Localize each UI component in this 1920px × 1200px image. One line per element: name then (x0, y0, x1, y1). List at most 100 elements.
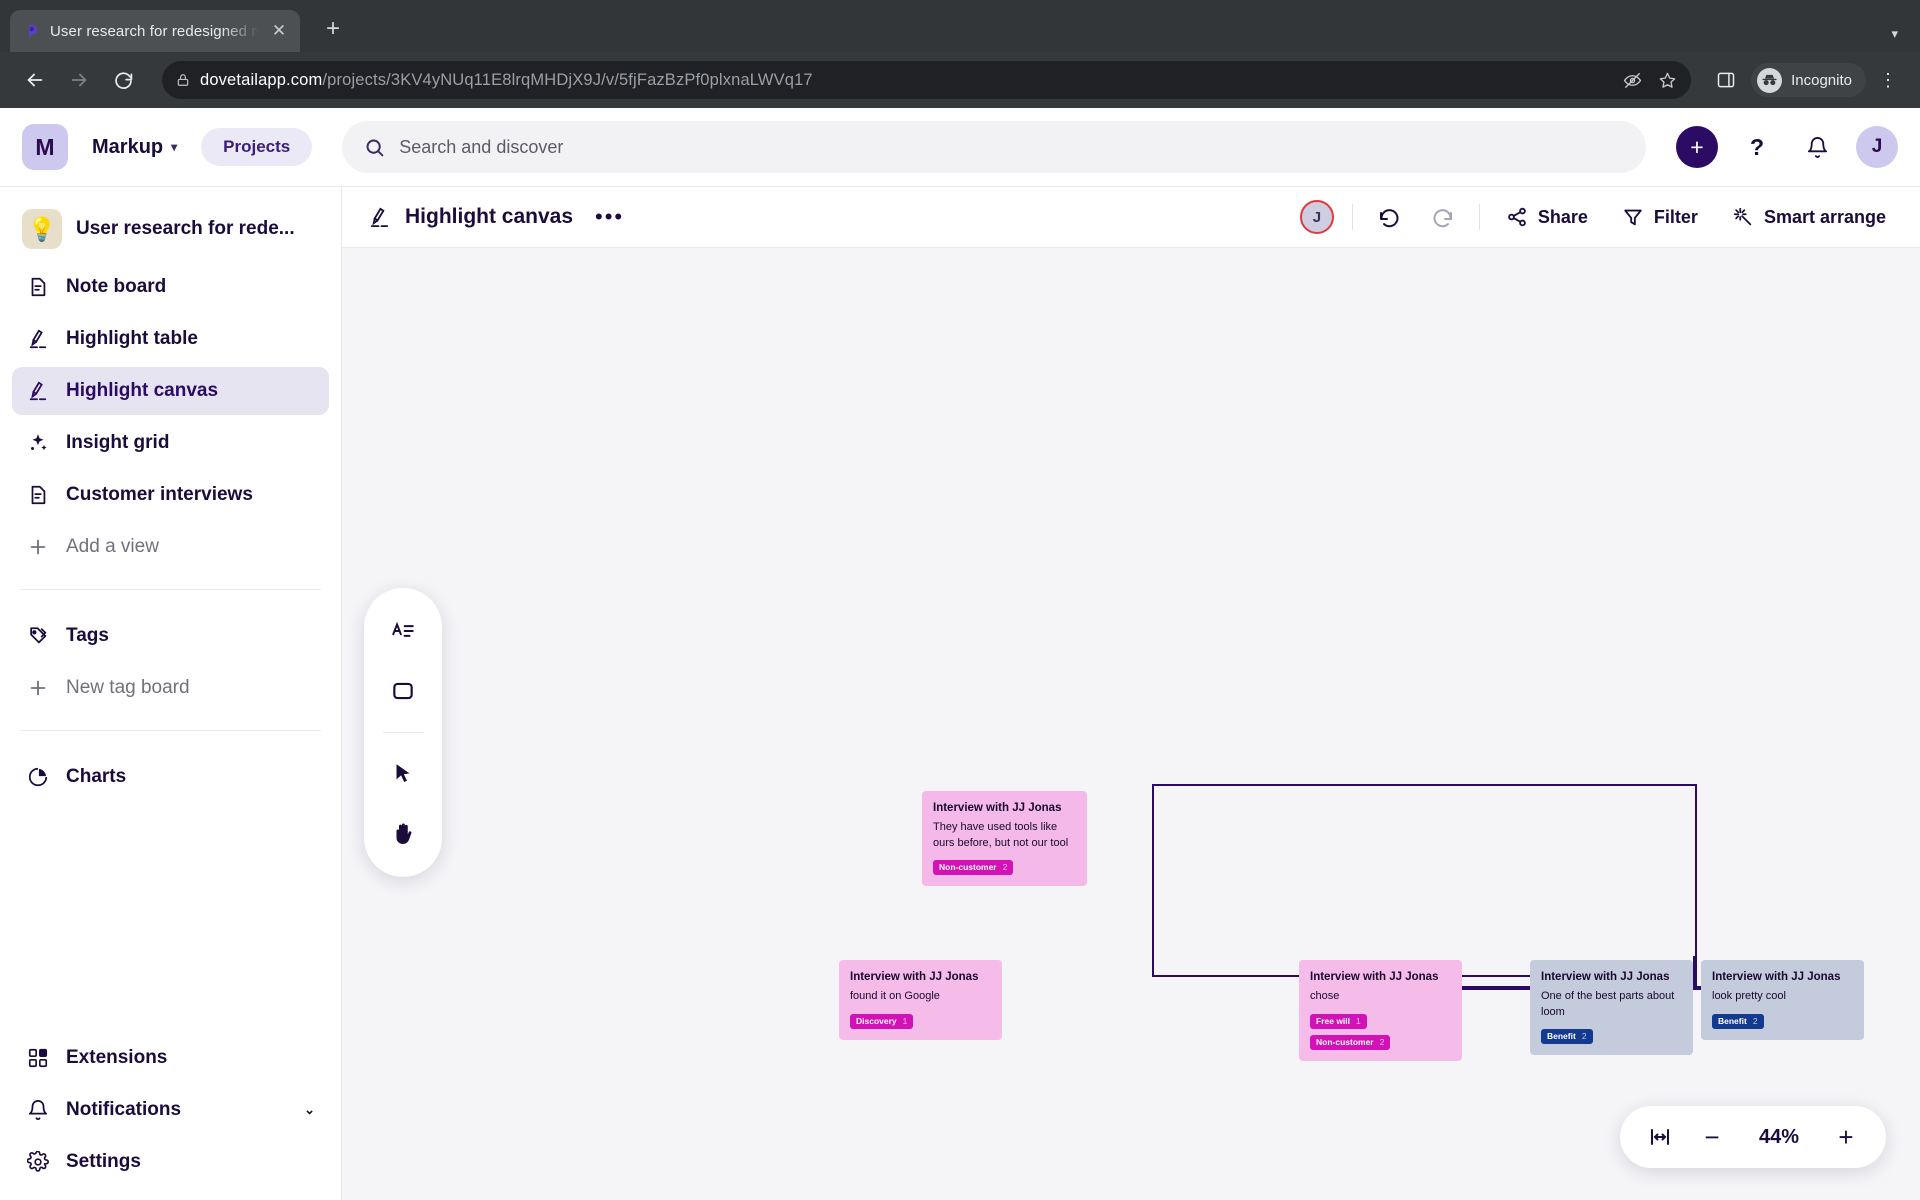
chevron-down-icon[interactable]: ▾ (1891, 26, 1898, 42)
filter-button[interactable]: Filter (1614, 200, 1706, 234)
status-badge[interactable]: Benefit 2 (1712, 1013, 1764, 1029)
tool-divider (383, 732, 423, 733)
reload-icon[interactable] (104, 61, 142, 99)
create-button[interactable]: + (1676, 126, 1718, 168)
smart-arrange-button[interactable]: Smart arrange (1724, 200, 1894, 234)
avatar[interactable]: J (1856, 126, 1898, 168)
search-input[interactable]: Search and discover (342, 121, 1646, 173)
back-arrow-icon[interactable] (16, 61, 54, 99)
sidebar-item-insight-grid[interactable]: Insight grid (12, 419, 329, 467)
status-badge[interactable]: Free will 1 (1310, 1013, 1367, 1029)
selection-rectangle[interactable] (1152, 784, 1697, 977)
highlight-card[interactable]: Interview with JJ Jonas found it on Goog… (839, 960, 1002, 1040)
browser-toolbar: dovetailapp.com/projects/3KV4yNUq11E8lrq… (0, 52, 1920, 108)
sidebar-item-highlight-table[interactable]: Highlight table (12, 315, 329, 363)
card-tags: Benefit 2 (1712, 1013, 1853, 1029)
workspace-switcher[interactable]: Markup ▾ (84, 130, 185, 165)
main-content: Highlight canvas ••• J Share Filter Smar… (342, 187, 1920, 1200)
highlight-canvas[interactable]: Interview with JJ Jonas They have used t… (342, 247, 1920, 1200)
app-body: 💡 User research for rede... Note board H… (0, 186, 1920, 1200)
eye-crossed-icon[interactable] (1623, 71, 1642, 90)
new-tab-button[interactable]: + (318, 14, 348, 44)
card-title: Interview with JJ Jonas (1712, 971, 1841, 983)
chevron-down-icon[interactable]: ⌄ (304, 1102, 315, 1118)
sidebar-item-tags[interactable]: Tags (12, 612, 329, 660)
highlight-card[interactable]: Interview with JJ Jonas They have used t… (922, 791, 1087, 886)
sidebar-item-label: Note board (66, 276, 167, 297)
highlighter-icon (26, 379, 50, 403)
highlighter-icon (368, 206, 391, 229)
highlight-card[interactable]: Interview with JJ Jonas look pretty cool… (1701, 960, 1864, 1040)
canvas-more-menu[interactable]: ••• (587, 204, 632, 230)
zoom-out-button[interactable]: − (1690, 1115, 1734, 1159)
sidebar-item-label: Charts (66, 766, 127, 787)
sidebar-item-highlight-canvas[interactable]: Highlight canvas (12, 367, 329, 415)
hand-pan-icon[interactable] (376, 807, 430, 861)
sidebar-item-label: Customer interviews (66, 484, 253, 505)
add-view-button[interactable]: Add a view (12, 523, 329, 571)
canvas-toolbar: Highlight canvas ••• J Share Filter Smar… (342, 187, 1920, 247)
select-cursor-icon[interactable] (376, 747, 430, 801)
address-bar[interactable]: dovetailapp.com/projects/3KV4yNUq11E8lrq… (162, 61, 1692, 99)
close-icon[interactable]: ✕ (268, 20, 290, 42)
status-badge[interactable]: Non-customer 2 (933, 859, 1014, 875)
toolbar-divider (1351, 204, 1353, 230)
three-dot-menu-icon[interactable]: ⋮ (1872, 64, 1904, 96)
connector-line (1462, 986, 1532, 990)
zoom-in-button[interactable]: + (1824, 1115, 1868, 1159)
canvas-title-text: Highlight canvas (405, 205, 574, 228)
sidebar-item-notifications[interactable]: Notifications ⌄ (12, 1086, 329, 1134)
sidebar-item-extensions[interactable]: Extensions (12, 1034, 329, 1082)
tag-count: 2 (1752, 1016, 1758, 1027)
app-header: M Markup ▾ Projects Search and discover … (0, 108, 1920, 186)
bell-icon[interactable] (1796, 126, 1838, 168)
tag-label: Non-customer (939, 862, 997, 873)
tag-count: 2 (1002, 862, 1008, 873)
dovetail-app: M Markup ▾ Projects Search and discover … (0, 108, 1920, 1200)
toolbar-divider (1478, 204, 1480, 230)
extensions-icon (26, 1046, 50, 1070)
incognito-label: Incognito (1791, 71, 1852, 89)
sidebar-item-label: Highlight table (66, 328, 198, 349)
projects-nav-button[interactable]: Projects (201, 128, 313, 166)
browser-tab[interactable]: User research for redesigned n ✕ (10, 10, 300, 52)
side-panel-icon[interactable] (1707, 61, 1745, 99)
new-tag-board-button[interactable]: New tag board (12, 664, 329, 712)
text-tool-icon[interactable] (376, 604, 430, 658)
card-body: chose (1310, 990, 1340, 1003)
tag-count: 2 (1379, 1037, 1385, 1048)
tag-count: 2 (1581, 1031, 1587, 1042)
fit-to-width-icon[interactable] (1638, 1115, 1682, 1159)
incognito-indicator[interactable]: Incognito (1751, 63, 1866, 97)
sidebar-item-label: Notifications (66, 1099, 182, 1120)
workspace-badge[interactable]: M (22, 124, 68, 170)
sidebar-item-customer-interviews[interactable]: Customer interviews (12, 471, 329, 519)
sidebar-item-note-board[interactable]: Note board (12, 263, 329, 311)
collaborator-avatar[interactable]: J (1299, 200, 1334, 234)
undo-icon[interactable] (1371, 199, 1407, 235)
dovetail-logo-icon (24, 23, 41, 40)
status-badge[interactable]: Discovery 1 (850, 1013, 914, 1029)
highlight-card[interactable]: Interview with JJ Jonas chose Free will … (1299, 960, 1462, 1061)
share-button[interactable]: Share (1498, 200, 1596, 234)
redo-icon[interactable] (1425, 199, 1461, 235)
document-icon (26, 275, 50, 299)
help-button[interactable]: ? (1736, 126, 1778, 168)
status-badge[interactable]: Non-customer 2 (1310, 1034, 1391, 1050)
sidebar-item-label: Settings (66, 1151, 141, 1172)
star-icon[interactable] (1658, 71, 1677, 90)
tag-count: 1 (1356, 1016, 1361, 1027)
sidebar-divider (20, 589, 321, 590)
sidebar-item-charts[interactable]: Charts (12, 753, 329, 801)
sidebar-divider (20, 730, 321, 731)
status-badge[interactable]: Benefit 2 (1541, 1028, 1593, 1044)
share-label: Share (1537, 206, 1588, 227)
tag-icon (26, 624, 50, 648)
project-header[interactable]: 💡 User research for rede... (12, 199, 329, 259)
sidebar-item-settings[interactable]: Settings (12, 1138, 329, 1186)
shape-tool-icon[interactable] (376, 664, 430, 718)
highlight-card[interactable]: Interview with JJ Jonas One of the best … (1530, 960, 1693, 1055)
browser-window: User research for redesigned n ✕ + ▾ dov… (0, 0, 1920, 1200)
plus-icon (26, 676, 50, 700)
tag-label: Benefit (1718, 1016, 1747, 1027)
